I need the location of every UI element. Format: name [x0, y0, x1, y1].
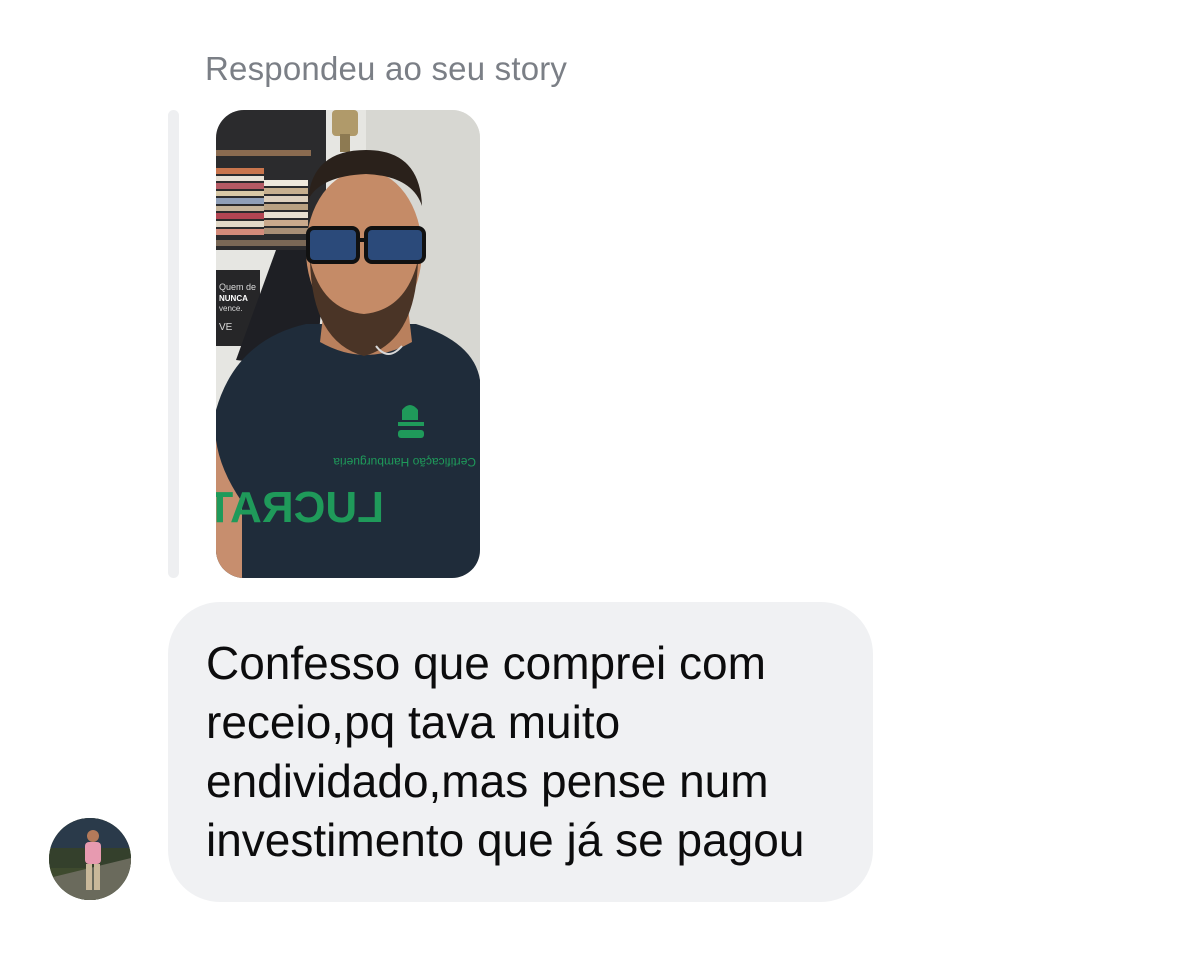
- poster-text-4: VE: [219, 322, 233, 333]
- message-line-3: endividado,mas pense num: [206, 755, 769, 807]
- shirt-print-top: Certificação Hamburgueria: [333, 455, 476, 469]
- avatar-photo: [49, 818, 131, 900]
- reply-quote-bar: [168, 110, 179, 578]
- story-reply-thumbnail[interactable]: Quem de NUNCA vence. VE Certificação Ham…: [216, 110, 480, 578]
- sender-avatar[interactable]: [49, 818, 131, 900]
- story-image: Quem de NUNCA vence. VE Certificação Ham…: [216, 110, 480, 578]
- poster-text-1: Quem de: [219, 282, 256, 292]
- message-line-1: Confesso que comprei com: [206, 637, 766, 689]
- message-bubble[interactable]: Confesso que comprei com receio,pq tava …: [168, 602, 873, 902]
- poster-text-3: vence.: [219, 304, 243, 313]
- message-line-2: receio,pq tava muito: [206, 696, 621, 748]
- message-line-4: investimento que já se pagou: [206, 814, 805, 866]
- shirt-print-main: LUCRATIVA: [216, 483, 384, 532]
- reply-context-label: Respondeu ao seu story: [205, 50, 568, 87]
- poster-text-2: NUNCA: [219, 294, 248, 303]
